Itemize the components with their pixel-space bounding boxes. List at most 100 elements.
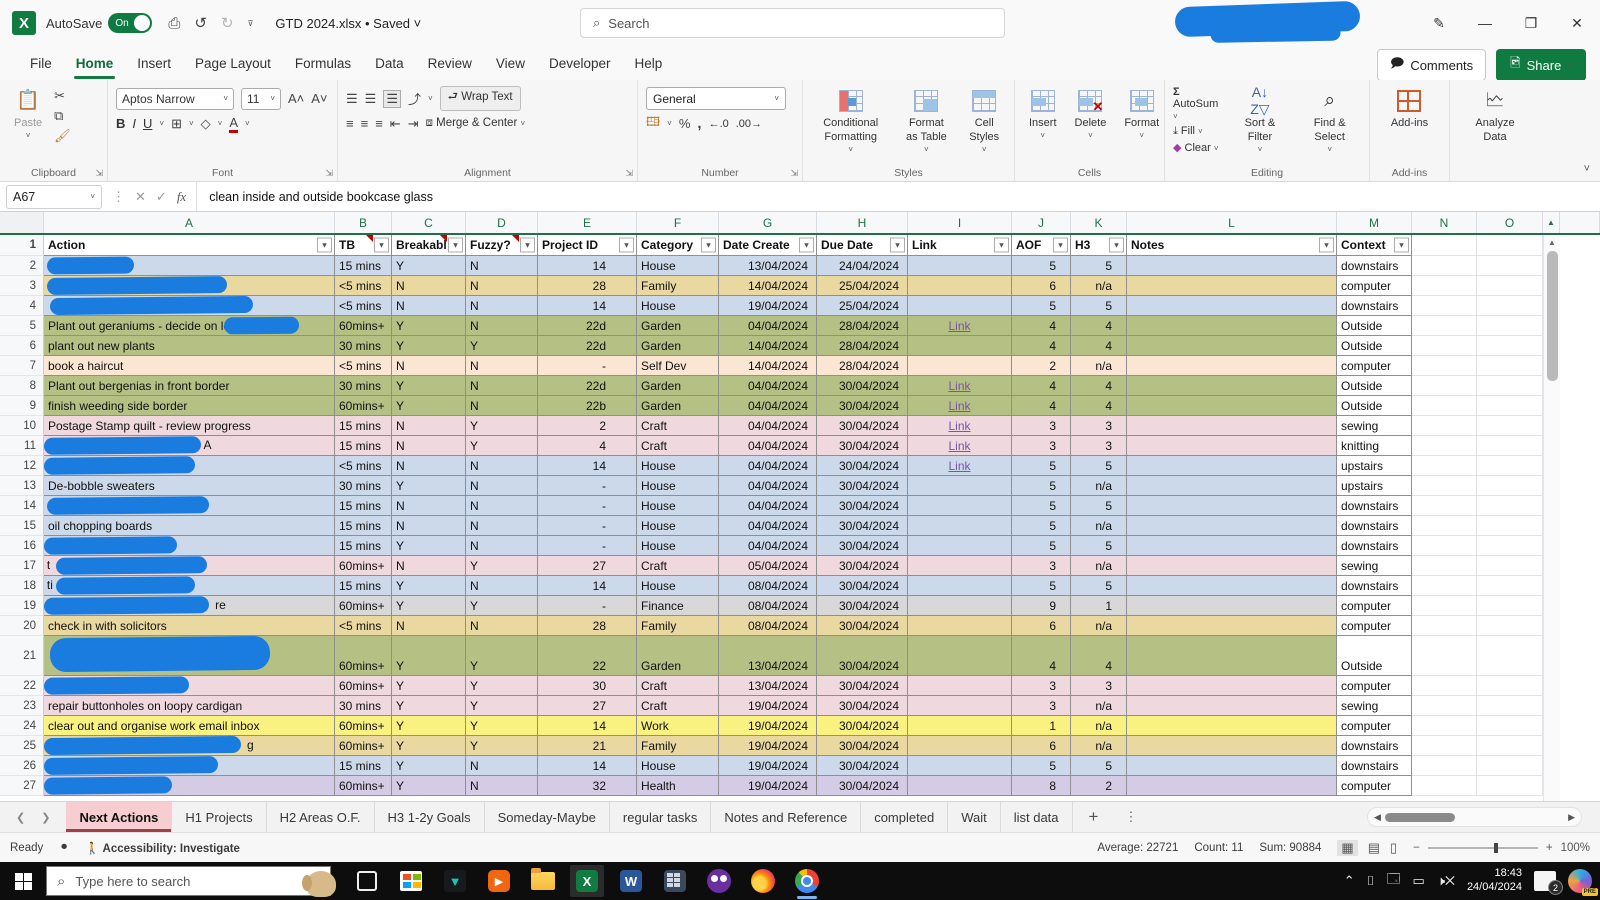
cell-project-id[interactable]: - [538, 356, 637, 376]
header-cell-n[interactable] [1412, 235, 1477, 256]
cell-breakable[interactable]: Y [392, 316, 466, 336]
cell-category[interactable]: Craft [637, 676, 719, 696]
font-name-select[interactable]: Aptos Narrow˅ [116, 88, 234, 110]
font-size-select[interactable]: 11˅ [241, 88, 281, 110]
header-cell-project-id[interactable]: Project ID▾ [538, 235, 637, 256]
row-header-27[interactable]: 27 [0, 776, 44, 796]
merge-center-button[interactable]: ⧈ Merge & Center ˅ [426, 117, 526, 130]
header-cell-link[interactable]: Link▾ [908, 235, 1012, 256]
cell-tb[interactable]: 15 mins [335, 256, 392, 276]
wrap-text-button[interactable]: ⮐ Wrap Text [440, 86, 521, 111]
cell-due-date[interactable]: 28/04/2024 [817, 316, 908, 336]
cell-category[interactable]: Family [637, 616, 719, 636]
cell-due-date[interactable]: 28/04/2024 [817, 336, 908, 356]
cell-due-date[interactable]: 30/04/2024 [817, 436, 908, 456]
horizontal-scrollbar[interactable]: ◀ ▶ [1367, 807, 1582, 827]
link-text[interactable]: Link [948, 439, 970, 453]
filter-dropdown-icon[interactable]: ▾ [1394, 238, 1409, 253]
cell-project-id[interactable]: - [538, 536, 637, 556]
fill-button[interactable]: ⤓ Fill ˅ [1173, 125, 1221, 138]
row-header-16[interactable]: 16 [0, 536, 44, 556]
addins-button[interactable]: Add-ins [1385, 86, 1434, 179]
cell-n[interactable] [1412, 636, 1477, 676]
cell-breakable[interactable]: Y [392, 756, 466, 776]
cell-aof[interactable]: 5 [1012, 496, 1071, 516]
cell-breakable[interactable]: N [392, 416, 466, 436]
cell-link[interactable] [908, 336, 1012, 356]
cell-aof[interactable]: 3 [1012, 676, 1071, 696]
cell-o[interactable] [1477, 416, 1543, 436]
cell-category[interactable]: Garden [637, 336, 719, 356]
taskbar-app-word[interactable]: W [609, 862, 653, 900]
cell-notes[interactable] [1127, 756, 1337, 776]
menu-tab-review[interactable]: Review [416, 49, 484, 78]
column-header-A[interactable]: A [44, 212, 335, 233]
column-header-H[interactable]: H [817, 212, 908, 233]
cell-due-date[interactable]: 30/04/2024 [817, 476, 908, 496]
cell-tb[interactable]: 30 mins [335, 336, 392, 356]
cell-category[interactable]: Finance [637, 596, 719, 616]
cell-o[interactable] [1477, 436, 1543, 456]
cell-h3[interactable]: 5 [1071, 756, 1127, 776]
cell-o[interactable] [1477, 256, 1543, 276]
cell-h3[interactable]: n/a [1071, 696, 1127, 716]
column-header-F[interactable]: F [637, 212, 719, 233]
cell-context[interactable]: downstairs [1337, 756, 1412, 776]
cell-aof[interactable]: 5 [1012, 456, 1071, 476]
sort-filter-button[interactable]: A↓Z▽ Sort & Filter˅ [1231, 86, 1288, 157]
cancel-entry-icon[interactable]: ✕ [135, 189, 146, 205]
underline-button[interactable]: U [143, 116, 152, 131]
cell-context[interactable]: downstairs [1337, 296, 1412, 316]
cell-styles-button[interactable]: Cell Styles˅ [962, 86, 1006, 179]
header-cell-fuzzy-[interactable]: Fuzzy?▾ [466, 235, 538, 256]
cell-fuzzy[interactable]: Y [466, 716, 538, 736]
cell-due-date[interactable]: 30/04/2024 [817, 496, 908, 516]
header-cell-due-date[interactable]: Due Date▾ [817, 235, 908, 256]
align-bottom-icon[interactable]: ☰ [383, 90, 401, 108]
cell-tb[interactable]: 15 mins [335, 436, 392, 456]
align-left-icon[interactable]: ≡ [346, 116, 354, 131]
sheet-tab-h1-projects[interactable]: H1 Projects [172, 802, 266, 832]
font-dialog-launcher[interactable]: ⇲ [325, 168, 333, 179]
cell-fuzzy[interactable]: N [466, 476, 538, 496]
cell-n[interactable] [1412, 716, 1477, 736]
cell-context[interactable]: sewing [1337, 556, 1412, 576]
cell-context[interactable]: computer [1337, 716, 1412, 736]
cell-h3[interactable]: n/a [1071, 616, 1127, 636]
cell-category[interactable]: Craft [637, 556, 719, 576]
cell-n[interactable] [1412, 496, 1477, 516]
copilot-icon[interactable]: PRE [1568, 869, 1592, 893]
cell-breakable[interactable]: Y [392, 376, 466, 396]
filter-dropdown-icon[interactable]: ▾ [890, 238, 905, 253]
cell-due-date[interactable]: 30/04/2024 [817, 396, 908, 416]
cell-o[interactable] [1477, 396, 1543, 416]
cell-date-created[interactable]: 14/04/2024 [719, 356, 817, 376]
cell-action[interactable]: Postage Stamp quilt - review progress [44, 416, 335, 436]
cell-o[interactable] [1477, 616, 1543, 636]
taskbar-app-file-explorer[interactable] [521, 862, 565, 900]
cell-link[interactable]: Link [908, 376, 1012, 396]
cell-fuzzy[interactable]: N [466, 276, 538, 296]
cell-fuzzy[interactable]: N [466, 756, 538, 776]
cell-n[interactable] [1412, 336, 1477, 356]
cell-aof[interactable]: 5 [1012, 756, 1071, 776]
normal-view-icon[interactable]: ▦ [1337, 840, 1357, 856]
filter-dropdown-icon[interactable]: ▾ [799, 238, 814, 253]
cell-date-created[interactable]: 05/04/2024 [719, 556, 817, 576]
cell-tb[interactable]: 60mins+ [335, 556, 392, 576]
cell-due-date[interactable]: 30/04/2024 [817, 616, 908, 636]
row-header-3[interactable]: 3 [0, 276, 44, 296]
cell-fuzzy[interactable]: Y [466, 736, 538, 756]
number-format-select[interactable]: General˅ [646, 87, 786, 110]
shrink-font-icon[interactable]: A˅ [311, 91, 327, 106]
menu-tab-developer[interactable]: Developer [537, 49, 623, 78]
cell-fuzzy[interactable]: Y [466, 676, 538, 696]
cell-category[interactable]: Craft [637, 416, 719, 436]
cell-action[interactable]: repair buttonholes on loopy cardigan [44, 696, 335, 716]
cell-o[interactable] [1477, 356, 1543, 376]
cell-n[interactable] [1412, 676, 1477, 696]
cell-due-date[interactable]: 30/04/2024 [817, 416, 908, 436]
cell-action[interactable] [44, 636, 335, 676]
cell-aof[interactable]: 6 [1012, 616, 1071, 636]
insert-cells-button[interactable]: Insert˅ [1023, 86, 1063, 179]
